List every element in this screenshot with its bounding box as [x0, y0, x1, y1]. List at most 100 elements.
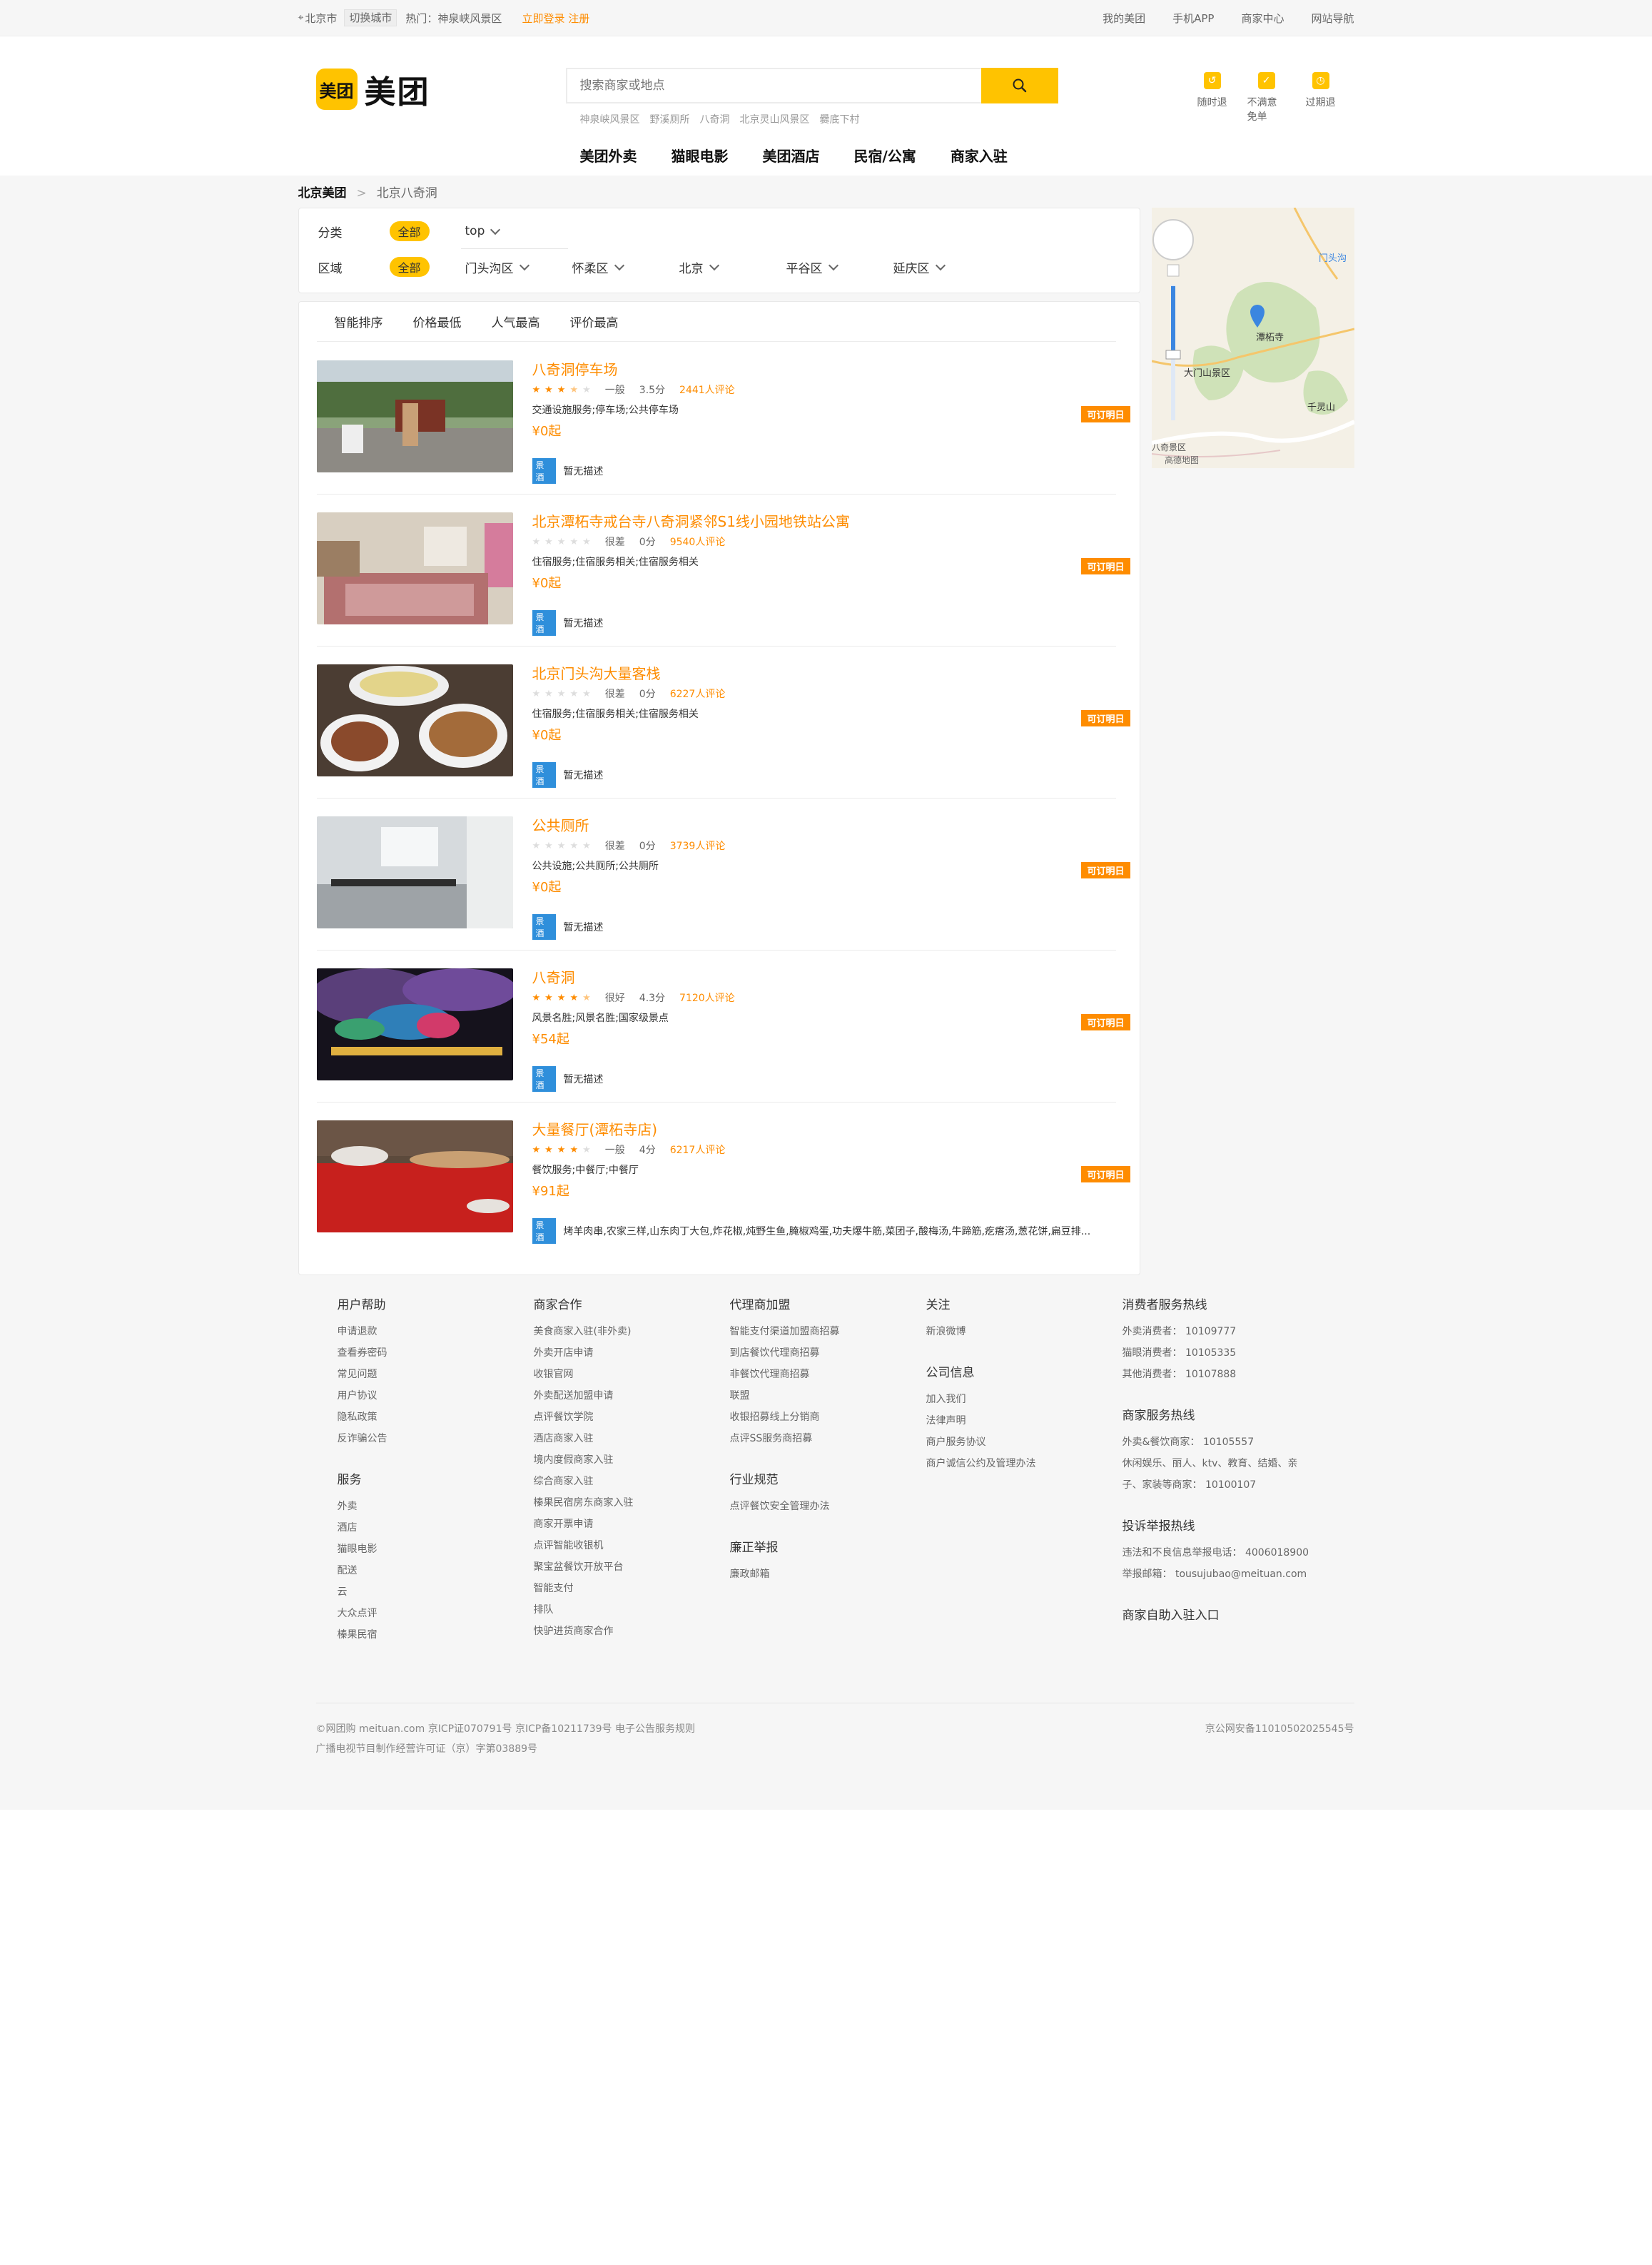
footer-link[interactable]: 联盟	[730, 1385, 840, 1407]
category-top-dropdown[interactable]: top	[465, 224, 572, 238]
mobile-app-link[interactable]: 手机APP	[1172, 11, 1214, 26]
sort-price-low[interactable]: 价格最低	[413, 313, 462, 330]
item-photo-parking[interactable]	[316, 360, 513, 472]
footer-link[interactable]: 到店餐饮代理商招募	[730, 1342, 840, 1364]
footer-link[interactable]: 收银官网	[534, 1364, 634, 1385]
list-item[interactable]: 大量餐厅(潭柘寺店) ★★★★★ 一般 4分 6217人评论 餐饮服务;中餐厅;…	[316, 1102, 1137, 1254]
report-email-link[interactable]: 举报邮箱： tousujubao@meituan.com	[1123, 1564, 1351, 1585]
police-record-link[interactable]: 京公网安备11010502025545号	[1205, 1719, 1354, 1739]
guarantee-refund-anytime[interactable]: ↺ 随时退	[1193, 72, 1232, 123]
item-name[interactable]: 北京潭柘寺戒台寺八奇洞紧邻S1线小园地铁站公寓	[532, 512, 1125, 532]
footer-link[interactable]: 新浪微博	[926, 1321, 1036, 1342]
item-photo-restaurant[interactable]	[316, 1120, 513, 1232]
list-item[interactable]: 八奇洞 ★★★★★ 很好 4.3分 7120人评论 风景名胜;风景名胜;国家级景…	[316, 950, 1137, 1102]
list-item[interactable]: 北京门头沟大量客栈 ★★★★★ 很差 0分 6227人评论 住宿服务;住宿服务相…	[316, 646, 1137, 798]
nav-merchant-join[interactable]: 商家入驻	[951, 145, 1008, 166]
footer-link[interactable]: 智能支付	[534, 1578, 634, 1599]
hotword-link[interactable]: 爨底下村	[820, 112, 860, 126]
nav-waimai[interactable]: 美团外卖	[580, 145, 637, 166]
map-zoom-slider[interactable]	[1165, 350, 1180, 360]
footer-link[interactable]: 廉政邮箱	[730, 1564, 840, 1585]
my-meituan-link[interactable]: 我的美团	[1103, 11, 1145, 26]
hot-city-link[interactable]: 热门：神泉峡风景区	[405, 11, 502, 26]
search-button[interactable]	[980, 68, 1058, 103]
footer-link[interactable]: 商户服务协议	[926, 1432, 1036, 1453]
footer-link[interactable]: 外卖配送加盟申请	[534, 1385, 634, 1407]
footer-link[interactable]: 商家开票申请	[534, 1514, 634, 1535]
item-comments[interactable]: 2441人评论	[679, 382, 735, 397]
item-photo-apartment[interactable]	[316, 512, 513, 624]
nav-hotel[interactable]: 美团酒店	[763, 145, 820, 166]
footer-link[interactable]: 聚宝盆餐饮开放平台	[534, 1556, 634, 1578]
footer-link[interactable]: 美食商家入驻(非外卖)	[534, 1321, 634, 1342]
list-item[interactable]: 北京潭柘寺戒台寺八奇洞紧邻S1线小园地铁站公寓 ★★★★★ 很差 0分 9540…	[316, 494, 1137, 646]
item-comments[interactable]: 6217人评论	[670, 1142, 726, 1157]
breadcrumb-home[interactable]: 北京美团	[298, 186, 347, 201]
item-photo-food[interactable]	[316, 664, 513, 776]
item-name[interactable]: 大量餐厅(潭柘寺店)	[532, 1120, 1125, 1140]
footer-link[interactable]: 用户协议	[338, 1385, 387, 1407]
footer-link[interactable]: 点评餐饮安全管理办法	[730, 1496, 840, 1517]
footer-link[interactable]: 隐私政策	[338, 1407, 387, 1428]
footer-link[interactable]: 外卖	[338, 1496, 387, 1517]
list-item[interactable]: 八奇洞停车场 ★★★★★ 一般 3.5分 2441人评论 交通设施服务;停车场;…	[316, 342, 1137, 494]
book-tomorrow-badge[interactable]: 可订明日	[1081, 1014, 1130, 1030]
map-zoom-reset[interactable]	[1167, 264, 1179, 277]
book-tomorrow-badge[interactable]: 可订明日	[1081, 406, 1130, 422]
guarantee-satisfaction[interactable]: ✓ 不满意免单	[1247, 72, 1286, 123]
item-comments[interactable]: 3739人评论	[670, 838, 726, 853]
area-dropdown-yanqing[interactable]: 延庆区	[893, 258, 1000, 276]
footer-link[interactable]: 云	[338, 1581, 387, 1603]
item-comments[interactable]: 9540人评论	[670, 534, 726, 549]
footer-link[interactable]: 境内度假商家入驻	[534, 1449, 634, 1471]
map-pan-control[interactable]	[1152, 219, 1194, 260]
footer-link[interactable]: 常见问题	[338, 1364, 387, 1385]
footer-link[interactable]: 收银招募线上分销商	[730, 1407, 840, 1428]
hotword-link[interactable]: 北京灵山风景区	[740, 112, 810, 126]
item-comments[interactable]: 7120人评论	[679, 990, 735, 1005]
footer-link[interactable]: 酒店	[338, 1517, 387, 1539]
footer-link[interactable]: 智能支付渠道加盟商招募	[730, 1321, 840, 1342]
footer-link[interactable]: 酒店商家入驻	[534, 1428, 634, 1449]
nav-maoyan[interactable]: 猫眼电影	[672, 145, 729, 166]
item-name[interactable]: 公共厕所	[532, 816, 1125, 836]
item-name[interactable]: 北京门头沟大量客栈	[532, 664, 1125, 684]
footer-link[interactable]: 综合商家入驻	[534, 1471, 634, 1492]
merchant-self-join-link[interactable]: 商家自助入驻入口	[1123, 1605, 1351, 1623]
area-all-chip[interactable]: 全部	[389, 257, 430, 277]
footer-link[interactable]: 法律声明	[926, 1410, 1036, 1432]
area-dropdown-pinggu[interactable]: 平谷区	[786, 258, 893, 276]
location-map[interactable]: 潭柘寺 大门山景区 千灵山 门头沟 八奇景区 高德地图	[1151, 208, 1354, 468]
footer-link[interactable]: 点评餐饮学院	[534, 1407, 634, 1428]
search-input[interactable]	[565, 68, 981, 103]
footer-link[interactable]: 外卖开店申请	[534, 1342, 634, 1364]
list-item[interactable]: 公共厕所 ★★★★★ 很差 0分 3739人评论 公共设施;公共厕所;公共厕所 …	[316, 798, 1137, 950]
footer-link[interactable]: 点评智能收银机	[534, 1535, 634, 1556]
hotword-link[interactable]: 野溪厕所	[650, 112, 690, 126]
item-photo-cave[interactable]	[316, 968, 513, 1080]
footer-link[interactable]: 加入我们	[926, 1389, 1036, 1410]
hotword-link[interactable]: 神泉峡风景区	[580, 112, 640, 126]
footer-link[interactable]: 配送	[338, 1560, 387, 1581]
merchant-center-link[interactable]: 商家中心	[1241, 11, 1284, 26]
footer-link[interactable]: 点评SS服务商招募	[730, 1428, 840, 1449]
footer-link[interactable]: 榛果民宿房东商家入驻	[534, 1492, 634, 1514]
book-tomorrow-badge[interactable]: 可订明日	[1081, 558, 1130, 574]
item-name[interactable]: 八奇洞	[532, 968, 1125, 988]
site-nav-link[interactable]: 网站导航	[1311, 11, 1354, 26]
sort-rating[interactable]: 评价最高	[570, 313, 619, 330]
category-all-chip[interactable]: 全部	[389, 221, 430, 241]
guarantee-expired-refund[interactable]: ◷ 过期退	[1302, 72, 1340, 123]
area-dropdown-huairou[interactable]: 怀柔区	[572, 258, 679, 276]
footer-link[interactable]: 大众点评	[338, 1603, 387, 1624]
item-photo-toilet[interactable]	[316, 816, 513, 928]
area-dropdown-beijing[interactable]: 北京	[679, 258, 786, 276]
footer-link[interactable]: 排队	[534, 1599, 634, 1621]
footer-link[interactable]: 查看券密码	[338, 1342, 387, 1364]
item-comments[interactable]: 6227人评论	[670, 686, 726, 701]
footer-link[interactable]: 反诈骗公告	[338, 1428, 387, 1449]
footer-link[interactable]: 快驴进货商家合作	[534, 1621, 634, 1642]
sort-popular[interactable]: 人气最高	[492, 313, 540, 330]
footer-link[interactable]: 非餐饮代理商招募	[730, 1364, 840, 1385]
footer-link[interactable]: 申请退款	[338, 1321, 387, 1342]
